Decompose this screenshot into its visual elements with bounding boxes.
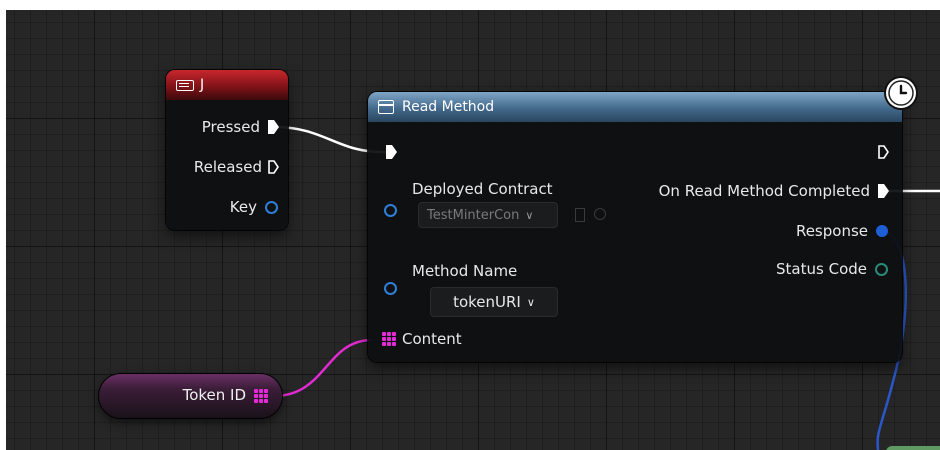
content-array-pin-icon[interactable] — [382, 332, 396, 346]
chevron-down-icon: ∨ — [526, 295, 535, 309]
response-label: Response — [795, 222, 868, 240]
key-pin-row[interactable]: Key — [230, 198, 278, 216]
function-icon — [378, 100, 394, 114]
content-label: Content — [402, 330, 462, 348]
deployed-contract-label: Deployed Contract — [412, 180, 553, 198]
method-name-dropdown[interactable]: tokenURI ∨ — [430, 287, 558, 317]
exec-out-pin-icon[interactable] — [878, 145, 889, 159]
on-read-completed-label: On Read Method Completed — [658, 182, 870, 200]
read-method-title: Read Method — [402, 99, 495, 115]
read-method-node[interactable]: Read Method Deployed Contract TestMinter… — [368, 92, 902, 362]
status-code-pin-icon[interactable] — [875, 262, 888, 276]
blueprint-graph-canvas[interactable]: J Pressed Released Key Read Method Deplo… — [6, 10, 940, 450]
content-pin-row[interactable]: Content — [382, 330, 462, 348]
content-wire[interactable] — [273, 338, 373, 398]
reset-icon[interactable] — [594, 208, 606, 220]
deployed-contract-dropdown[interactable]: TestMinterCon ∨ — [418, 202, 558, 228]
status-code-row[interactable]: Status Code — [776, 260, 888, 278]
key-label: Key — [229, 198, 257, 216]
clock-icon — [886, 78, 916, 108]
deployed-contract-value: TestMinterCon — [427, 207, 520, 223]
read-method-header[interactable]: Read Method — [368, 92, 902, 122]
deployed-contract-pin-icon[interactable] — [384, 204, 397, 217]
on-read-completed-exec-pin-icon[interactable] — [878, 184, 889, 198]
response-pin-icon[interactable] — [876, 225, 888, 237]
released-label: Released — [193, 158, 262, 176]
chevron-down-icon: ∨ — [525, 208, 534, 222]
event-node-header[interactable]: J — [166, 70, 288, 100]
token-id-variable-node[interactable]: Token ID — [99, 374, 282, 418]
pressed-pin-row[interactable]: Pressed — [201, 118, 279, 136]
on-read-completed-row[interactable]: On Read Method Completed — [658, 182, 889, 200]
status-code-label: Status Code — [776, 260, 867, 278]
released-exec-pin-icon[interactable] — [268, 160, 279, 174]
token-id-array-pin-icon[interactable] — [254, 389, 268, 403]
pressed-label: Pressed — [201, 118, 260, 136]
event-node-title: J — [200, 77, 205, 93]
token-id-label: Token ID — [182, 386, 246, 404]
method-name-label: Method Name — [412, 262, 518, 280]
browse-icon[interactable] — [575, 208, 585, 222]
key-pin-icon[interactable] — [265, 200, 278, 214]
keyboard-icon — [176, 79, 194, 91]
partial-node-corner[interactable] — [886, 446, 940, 450]
exec-in-pin-icon[interactable] — [386, 145, 397, 159]
keyboard-event-node[interactable]: J Pressed Released Key — [166, 70, 288, 230]
method-name-value: tokenURI — [453, 293, 521, 311]
released-pin-row[interactable]: Released — [193, 158, 279, 176]
method-name-pin-icon[interactable] — [384, 282, 397, 295]
response-row[interactable]: Response — [796, 222, 888, 240]
pressed-exec-pin-icon[interactable] — [268, 120, 279, 134]
